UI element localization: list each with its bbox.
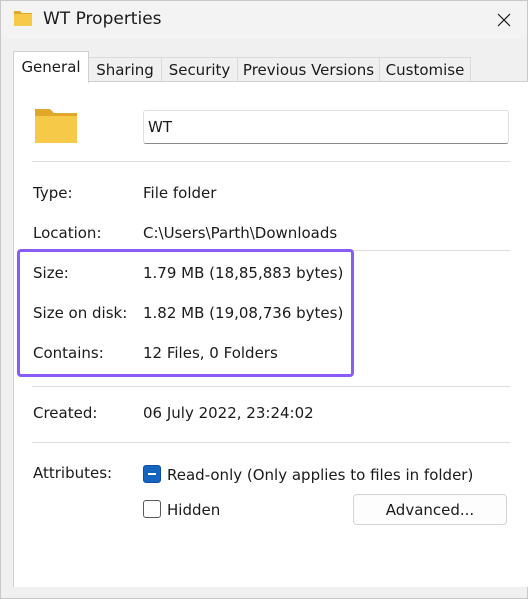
- folder-name-input[interactable]: [143, 110, 509, 144]
- readonly-label[interactable]: Read-only (Only applies to files in fold…: [167, 466, 473, 484]
- size-on-disk-value: 1.82 MB (19,08,736 bytes): [143, 304, 344, 322]
- folder-icon: [14, 11, 32, 26]
- readonly-checkbox[interactable]: [143, 465, 161, 483]
- created-label: Created:: [33, 404, 98, 422]
- general-panel: Type: File folder Location: C:\Users\Par…: [13, 81, 528, 587]
- tab-security[interactable]: Security: [161, 57, 238, 82]
- location-value: C:\Users\Parth\Downloads: [143, 224, 338, 242]
- contains-label: Contains:: [33, 344, 104, 362]
- hidden-checkbox[interactable]: [143, 500, 161, 518]
- size-on-disk-label: Size on disk:: [33, 304, 128, 322]
- tab-customise[interactable]: Customise: [379, 57, 471, 82]
- tab-sharing[interactable]: Sharing: [88, 57, 162, 82]
- type-value: File folder: [143, 184, 217, 202]
- location-label: Location:: [33, 224, 102, 242]
- size-value: 1.79 MB (18,85,883 bytes): [143, 264, 344, 282]
- contains-value: 12 Files, 0 Folders: [143, 344, 278, 362]
- tab-general[interactable]: General: [13, 51, 89, 83]
- properties-window: WT Properties General Sharing Security P…: [0, 0, 528, 599]
- folder-icon: [35, 109, 77, 143]
- indeterminate-dash-icon: [148, 473, 156, 475]
- divider: [32, 442, 510, 443]
- divider: [32, 386, 510, 387]
- size-label: Size:: [33, 264, 69, 282]
- close-button[interactable]: [481, 1, 527, 39]
- divider: [32, 250, 510, 251]
- close-icon: [497, 13, 511, 27]
- window-title: WT Properties: [43, 9, 162, 29]
- type-label: Type:: [33, 184, 73, 202]
- tab-previous-versions[interactable]: Previous Versions: [237, 57, 380, 82]
- created-value: 06 July 2022, 23:24:02: [143, 404, 314, 422]
- hidden-label[interactable]: Hidden: [167, 501, 220, 519]
- attributes-label: Attributes:: [33, 464, 113, 482]
- advanced-button[interactable]: Advanced...: [353, 494, 507, 525]
- divider: [32, 161, 510, 162]
- title-bar[interactable]: WT Properties: [1, 1, 527, 39]
